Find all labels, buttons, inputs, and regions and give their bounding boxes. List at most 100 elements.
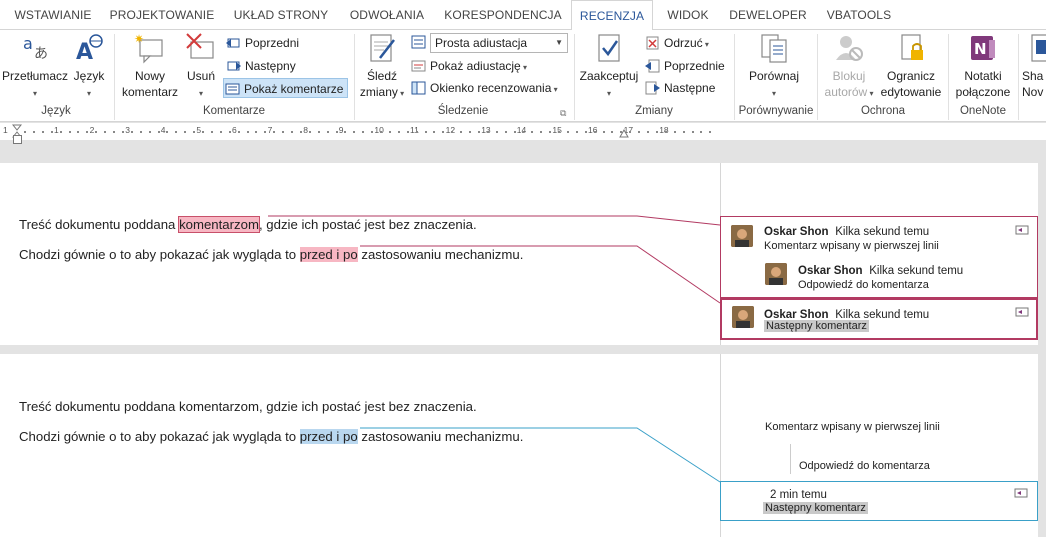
- ruler-tick: [282, 131, 285, 133]
- translate-button[interactable]: a あ Przetłumacz ▾: [2, 32, 68, 102]
- group-separator: [574, 34, 575, 120]
- next-comment-button[interactable]: Następny: [225, 56, 296, 76]
- reply-icon[interactable]: [1015, 307, 1029, 318]
- ruler-tick: [193, 131, 196, 133]
- ruler-tick: [104, 131, 107, 133]
- next-change-button[interactable]: Następne: [644, 78, 715, 98]
- comment-thread-2[interactable]: Oskar Shon Kilka sekund temu Następny ko…: [720, 298, 1038, 340]
- comment-anchor-3[interactable]: przed i po: [299, 429, 358, 444]
- ruler-tick: [406, 131, 409, 133]
- group-label-porownywanie: Porównywanie: [738, 105, 814, 117]
- page-break-gap: [0, 345, 1046, 354]
- restrict-editing-button[interactable]: Ogranicz edytowanie: [878, 32, 944, 100]
- markup-view-dropdown[interactable]: Prosta adiustacja ▼: [430, 33, 568, 53]
- document-page-1[interactable]: Treść dokumentu poddana komentarzom, gdz…: [0, 163, 720, 345]
- comment-text[interactable]: Następny komentarz: [763, 502, 868, 514]
- delete-comment-button[interactable]: Usuń ▾: [184, 32, 218, 102]
- doc2-line-2: Chodzi gównie o to aby pokazać jak wyglą…: [19, 429, 523, 444]
- ruler-number: 8: [303, 125, 308, 135]
- show-markup-button[interactable]: Pokaż adiustację ▾: [410, 56, 527, 76]
- reviewing-pane-button[interactable]: Okienko recenzowania ▾: [410, 78, 558, 98]
- tab-vbatools[interactable]: VBATOOLS: [822, 0, 896, 30]
- comment-author: Oskar Shon: [764, 226, 829, 238]
- share-button[interactable]: Sha Nov: [1022, 32, 1046, 100]
- comment-thread-1[interactable]: Oskar Shon Kilka sekund temu Komentarz w…: [720, 216, 1038, 298]
- group-label-sledzenie: Śledzenie: [437, 105, 489, 117]
- ruler-tick: [86, 131, 89, 133]
- reply-text[interactable]: Odpowiedź do komentarza: [798, 279, 929, 291]
- ruler-tick: [424, 131, 427, 133]
- ruler-tick: [486, 131, 489, 133]
- reply-author: Oskar Shon: [798, 265, 863, 277]
- comment-anchor-1[interactable]: komentarzom: [178, 216, 260, 233]
- new-comment-icon: ✷: [134, 32, 163, 64]
- ruler-tick: [469, 131, 471, 133]
- comment-anchor-2[interactable]: przed i po: [299, 247, 358, 262]
- linked-notes-button[interactable]: N Notatki połączone: [952, 32, 1014, 100]
- new-comment-label2: komentarz: [121, 85, 179, 99]
- tab-deweloper[interactable]: DEWELOPER: [726, 0, 810, 30]
- tab-uklad-strony[interactable]: UKŁAD STRONY: [226, 0, 336, 30]
- horizontal-ruler: 1 1 2 3 4 5 6 7 8 9 10 11 12 13 14 15 16 17 18: [0, 123, 1046, 140]
- accept-button[interactable]: Zaakceptuj ▾: [578, 32, 640, 102]
- ruler-number: 18: [659, 125, 669, 135]
- comment-text[interactable]: Komentarz wpisany w pierwszej linii: [765, 421, 940, 433]
- show-comments-button[interactable]: Pokaż komentarze: [223, 78, 348, 98]
- group-label-komentarze: Komentarze: [202, 105, 265, 117]
- ruler-tick: [210, 131, 213, 133]
- tab-wstawianie[interactable]: WSTAWIANIE: [4, 0, 102, 30]
- group-label-jezyk: Język: [41, 105, 71, 117]
- ruler-tick: [451, 131, 454, 133]
- ruler-tick: [273, 131, 276, 133]
- ruler-tick: [531, 131, 534, 133]
- previous-change-icon: [645, 59, 660, 73]
- ruler-tick: [513, 131, 516, 133]
- ruler-tick: [299, 131, 302, 133]
- language-button[interactable]: A Język ▾: [70, 32, 108, 102]
- group-separator: [948, 34, 949, 120]
- restrict-editing-label1: Ogranicz: [886, 69, 936, 83]
- tab-korespondencja[interactable]: KORESPONDENCJA: [444, 0, 562, 30]
- reply-icon[interactable]: [1014, 488, 1028, 499]
- doc2-text: Chodzi gównie o to aby pokazać jak wyglą…: [19, 429, 300, 444]
- block-authors-icon: [836, 36, 863, 61]
- tab-widok[interactable]: WIDOK: [660, 0, 716, 30]
- ruler-tick: [237, 131, 240, 133]
- ruler-number: 14: [516, 125, 527, 135]
- svg-text:✷: ✷: [134, 32, 144, 46]
- comment-text[interactable]: Komentarz wpisany w pierwszej linii: [764, 240, 939, 252]
- ruler-tick: [380, 131, 382, 133]
- ruler-tick: [113, 131, 115, 133]
- track-changes-button[interactable]: Śledź zmiany ▾: [358, 32, 406, 102]
- ruler-tick: [32, 131, 35, 133]
- tab-projektowanie[interactable]: PROJEKTOWANIE: [106, 0, 218, 30]
- right-indent-marker-icon[interactable]: [619, 129, 629, 139]
- tab-odwolania[interactable]: ODWOŁANIA: [342, 0, 432, 30]
- block-authors-button[interactable]: Blokuj autorów ▾: [820, 32, 878, 102]
- previous-comment-button[interactable]: Poprzedni: [225, 33, 299, 53]
- comment-thread-3[interactable]: 2 min temu Następny komentarz: [720, 481, 1038, 521]
- new-comment-button[interactable]: ✷ Nowy komentarz: [118, 32, 182, 100]
- ruler-tick: [335, 131, 338, 133]
- document-page-2[interactable]: Treść dokumentu poddana komentarzom, gdz…: [0, 354, 720, 537]
- reply-text[interactable]: Odpowiedź do komentarza: [799, 460, 930, 472]
- compare-button[interactable]: Porównaj ▾: [742, 32, 806, 102]
- reject-button[interactable]: Odrzuć ▾: [644, 33, 709, 53]
- comment-header: Oskar Shon Kilka sekund temu: [764, 307, 929, 321]
- linked-notes-label2: połączone: [955, 85, 1011, 99]
- reply-icon[interactable]: [1015, 225, 1029, 236]
- hanging-indent-icon[interactable]: [13, 135, 22, 144]
- comment-time: 2 min temu: [770, 489, 827, 501]
- comment-text[interactable]: Następny komentarz: [764, 320, 869, 332]
- group-separator: [1018, 34, 1019, 120]
- dialog-launcher-icon[interactable]: ⧉: [560, 108, 566, 119]
- track-changes-icon: [370, 34, 395, 62]
- tab-recenzja[interactable]: RECENZJA: [571, 0, 653, 31]
- previous-change-button[interactable]: Poprzednie: [644, 56, 725, 76]
- next-change-label: Następne: [664, 81, 716, 95]
- markup-view-icon: [411, 35, 426, 49]
- doc1-text: zastosowaniu mechanizmu.: [357, 247, 524, 262]
- ruler-number: 1: [54, 125, 59, 135]
- reviewing-pane-label: Okienko recenzowania: [430, 81, 552, 95]
- group-label-zmiany: Zmiany: [635, 105, 673, 117]
